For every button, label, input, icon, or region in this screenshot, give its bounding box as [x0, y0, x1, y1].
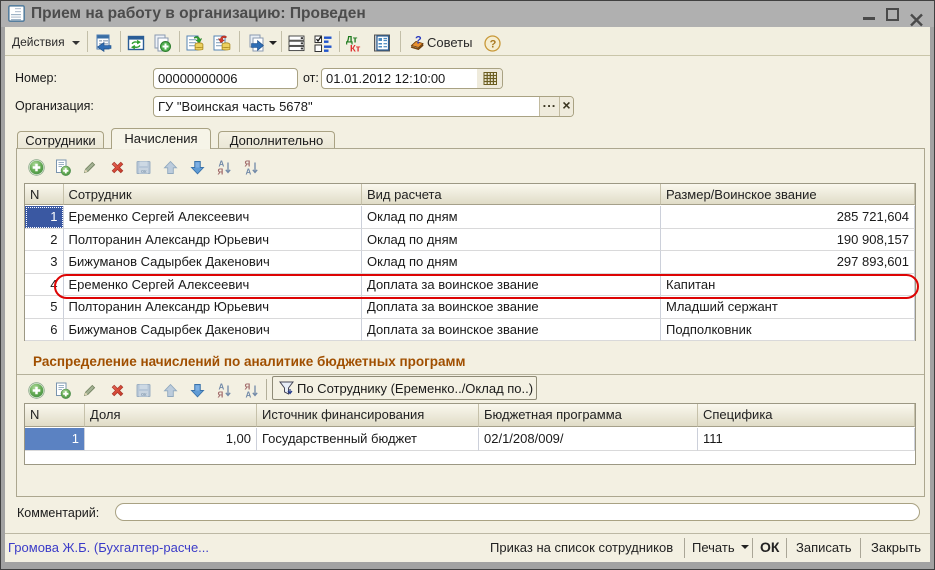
- svg-text:ок: ок: [141, 392, 147, 398]
- svg-text:Кт: Кт: [350, 44, 361, 53]
- svg-text:?: ?: [415, 35, 422, 47]
- svg-text:ок: ок: [141, 169, 147, 175]
- svg-text:?: ?: [490, 39, 497, 51]
- svg-text:А: А: [246, 168, 252, 177]
- svg-text:Я: Я: [218, 168, 224, 177]
- svg-text:Я: Я: [218, 391, 224, 400]
- svg-text:А: А: [246, 391, 252, 400]
